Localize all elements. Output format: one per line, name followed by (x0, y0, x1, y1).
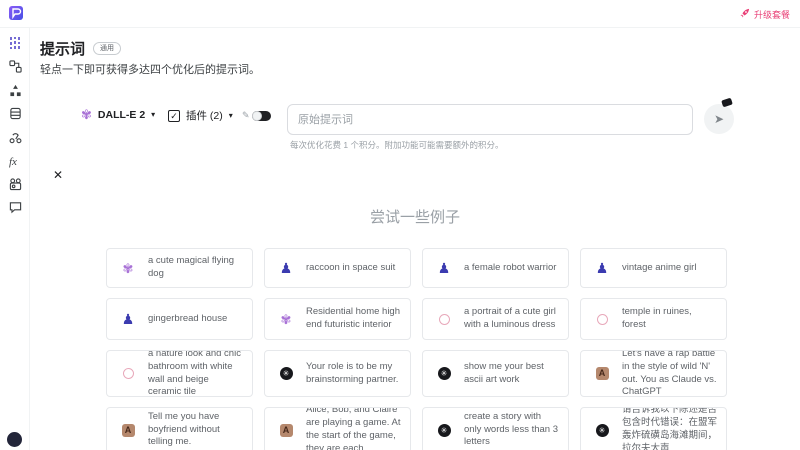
sidebar-item-function-icon[interactable]: fx (7, 153, 23, 169)
app-window: 升级套餐 fx 提示词 通用 轻点一下即可获得多达四个优化后的提示词。 ✾ DA… (0, 0, 800, 450)
chatgpt-icon: ✳ (436, 424, 452, 437)
chatgpt-icon: ✳ (594, 424, 610, 437)
example-card[interactable]: ✳ 请告诉我以下陈述是否包含时代错误：在盟军轰炸硫磺岛海滩期间，拉尔夫大声... (580, 407, 727, 450)
toggle-knob (252, 111, 262, 121)
sidebar-item-chat-icon[interactable] (7, 200, 23, 216)
chevron-down-icon: ▾ (229, 111, 233, 120)
example-card[interactable]: A Tell me you have boyfriend without tell… (106, 407, 253, 450)
chevron-down-icon: ▾ (151, 110, 155, 119)
page-title: 提示词 (40, 38, 85, 59)
example-card[interactable]: ✳ Your role is to be my brainstorming par… (264, 350, 411, 397)
example-text: Alice, Bob, and Claire are playing a gam… (306, 407, 410, 450)
page-subtitle: 轻点一下即可获得多达四个优化后的提示词。 (40, 61, 260, 77)
send-badge (721, 98, 733, 108)
sidebar-item-webhook-icon[interactable] (7, 129, 23, 145)
chatgpt-icon: ✳ (278, 367, 294, 380)
example-card[interactable]: A Alice, Bob, and Claire are playing a ga… (264, 407, 411, 450)
example-text: a cute magical flying dog (148, 255, 252, 281)
example-text: vintage anime girl (622, 262, 704, 275)
dalle-icon: ♟ (278, 261, 294, 275)
topbar: 升级套餐 (0, 0, 800, 28)
pen-icon: ✎ (242, 110, 250, 121)
plugins-checkbox[interactable]: ✓ (168, 110, 180, 122)
sidebar-item-workflow-icon[interactable] (7, 59, 23, 75)
example-card[interactable]: ✾ Residential home high end futuristic in… (264, 298, 411, 340)
example-text: Tell me you have boyfriend without telli… (148, 411, 252, 449)
sidebar-item-tune-icon[interactable] (7, 35, 23, 51)
send-button[interactable]: ➤ (704, 104, 734, 134)
example-card[interactable]: a nature look and chic bathroom with whi… (106, 350, 253, 397)
example-text: a nature look and chic bathroom with whi… (148, 350, 252, 397)
model-select[interactable]: ✾ DALL-E 2 ▾ (81, 108, 155, 121)
example-text: 请告诉我以下陈述是否包含时代错误：在盟军轰炸硫磺岛海滩期间，拉尔夫大声... (622, 407, 726, 450)
lexica-icon (594, 314, 610, 325)
auto-optimize-toggle[interactable] (252, 111, 271, 121)
example-text: a female robot warrior (464, 262, 564, 275)
sidebar: fx (0, 28, 30, 450)
plugins-label: 插件 (2) (186, 108, 223, 123)
example-text: Residential home high end futuristic int… (306, 306, 410, 332)
model-swirl-icon: ✾ (81, 108, 92, 121)
claude-icon: A (120, 424, 136, 437)
example-text: gingerbread house (148, 313, 235, 326)
example-card[interactable]: ♟ raccoon in space suit (264, 248, 411, 288)
examples-heading: 尝试一些例子 (30, 206, 800, 227)
stable-diffusion-icon: ✾ (278, 313, 294, 326)
lexica-icon (436, 314, 452, 325)
sidebar-item-camera-icon[interactable] (7, 176, 23, 192)
lexica-icon (120, 368, 136, 379)
claude-icon: A (278, 424, 294, 437)
example-card[interactable]: ✾ a cute magical flying dog (106, 248, 253, 288)
upgrade-label: 升级套餐 (754, 8, 790, 21)
svg-text:fx: fx (9, 156, 17, 168)
example-text: raccoon in space suit (306, 262, 403, 275)
prompt-input[interactable] (287, 104, 693, 135)
example-card[interactable]: ✳ show me your best ascii art work (422, 350, 569, 397)
claude-icon: A (594, 367, 610, 380)
title-row: 提示词 通用 (40, 38, 121, 59)
examples-grid: ✾ a cute magical flying dog ♟ raccoon in sp… (106, 248, 727, 450)
credits-helper-text: 每次优化花费 1 个积分。附加功能可能需要额外的积分。 (290, 139, 503, 151)
stable-diffusion-icon: ✾ (120, 262, 136, 275)
plugins-select[interactable]: ✓ 插件 (2) ▾ (168, 108, 233, 123)
example-card[interactable]: A Let's have a rap battle in the style of… (580, 350, 727, 397)
example-card[interactable]: ♟ gingerbread house (106, 298, 253, 340)
model-label: DALL-E 2 (98, 109, 145, 121)
example-card[interactable]: ♟ vintage anime girl (580, 248, 727, 288)
dalle-icon: ♟ (436, 261, 452, 275)
example-text: a portrait of a cute girl with a luminou… (464, 306, 568, 332)
sidebar-item-sitemap-icon[interactable] (7, 82, 23, 98)
sidebar-item-database-icon[interactable] (7, 106, 23, 122)
example-text: create a story with only words less than… (464, 411, 568, 449)
example-text: show me your best ascii art work (464, 361, 568, 387)
app-logo-icon[interactable] (8, 5, 24, 21)
example-card[interactable]: ✳ create a story with only words less tha… (422, 407, 569, 450)
user-avatar[interactable] (7, 432, 22, 447)
example-text: Let's have a rap battle in the style of … (622, 350, 726, 397)
example-card[interactable]: temple in ruines, forest (580, 298, 727, 340)
dalle-icon: ♟ (594, 261, 610, 275)
example-card[interactable]: a portrait of a cute girl with a luminou… (422, 298, 569, 340)
example-text: Your role is to be my brainstorming part… (306, 361, 410, 387)
chatgpt-icon: ✳ (436, 367, 452, 380)
dalle-icon: ♟ (120, 312, 136, 326)
plan-badge: 通用 (93, 42, 121, 55)
rocket-icon (739, 8, 750, 21)
example-text: temple in ruines, forest (622, 306, 726, 332)
upgrade-link[interactable]: 升级套餐 (739, 0, 790, 28)
example-card[interactable]: ♟ a female robot warrior (422, 248, 569, 288)
auto-optimize-toggle-group: ✎ (242, 110, 271, 121)
close-icon[interactable]: ✕ (53, 168, 63, 182)
